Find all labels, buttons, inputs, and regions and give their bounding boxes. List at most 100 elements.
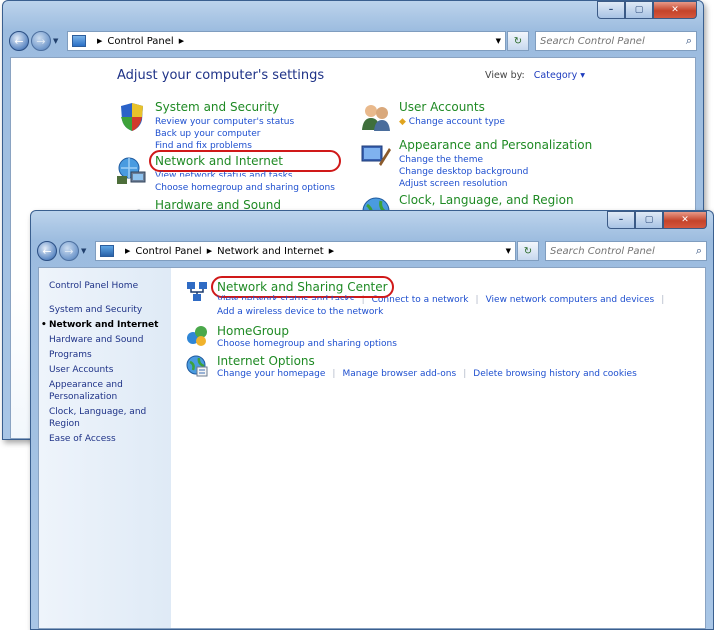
- search-icon[interactable]: ⌕: [686, 34, 692, 48]
- page-title: Adjust your computer's settings: [117, 68, 325, 83]
- sidebar-item-network-internet: Network and Internet: [41, 319, 171, 331]
- network-icon: [117, 157, 146, 184]
- breadcrumb-separator-icon[interactable]: ▶: [97, 37, 102, 45]
- link[interactable]: Add a wireless device to the network: [217, 306, 383, 318]
- sidebar-item-control-panel-home[interactable]: Control Panel Home: [49, 280, 171, 292]
- link[interactable]: Back up your computer: [155, 128, 294, 140]
- control-panel-icon: [72, 35, 86, 47]
- sidebar-item-hardware-sound[interactable]: Hardware and Sound: [49, 334, 171, 346]
- sidebar-item-system-security[interactable]: System and Security: [49, 304, 171, 316]
- recent-pages-dropdown[interactable]: ▼: [53, 37, 63, 45]
- sidebar-item-user-accounts[interactable]: User Accounts: [49, 364, 171, 376]
- search-box[interactable]: ⌕: [545, 241, 707, 261]
- homegroup-icon: [187, 326, 207, 346]
- category-title[interactable]: Network and Internet: [149, 150, 341, 172]
- task-homegroup: HomeGroup Choose homegroup and sharing o…: [185, 324, 397, 350]
- forward-button[interactable]: →: [59, 241, 79, 261]
- category-title[interactable]: System and Security: [155, 100, 294, 114]
- link[interactable]: Manage browser add-ons: [342, 368, 456, 380]
- breadcrumb-network-internet[interactable]: Network and Internet: [217, 246, 324, 257]
- link[interactable]: Choose homegroup and sharing options: [155, 182, 335, 194]
- view-by: View by: Category ▾: [485, 70, 585, 81]
- search-input[interactable]: [550, 245, 696, 257]
- navigation-bar: ← → ▼ ▶ Control Panel ▶ ▼ ↻ ⌕: [3, 28, 703, 54]
- minimize-button[interactable]: –: [607, 211, 635, 229]
- category-system-security: System and Security Review your computer…: [115, 100, 294, 152]
- link[interactable]: Adjust screen resolution: [399, 178, 592, 190]
- uac-shield-icon: ◆: [399, 117, 406, 127]
- users-icon: [362, 105, 390, 131]
- search-input[interactable]: [540, 35, 686, 47]
- forward-button[interactable]: →: [31, 31, 51, 51]
- category-title[interactable]: Appearance and Personalization: [399, 138, 592, 152]
- view-by-dropdown[interactable]: Category ▾: [534, 70, 585, 81]
- link[interactable]: Change your homepage: [217, 368, 325, 380]
- link[interactable]: Delete browsing history and cookies: [473, 368, 637, 380]
- recent-pages-dropdown[interactable]: ▼: [81, 247, 91, 255]
- category-title[interactable]: User Accounts: [399, 100, 505, 114]
- minimize-button[interactable]: –: [597, 1, 625, 19]
- separator: |: [332, 369, 336, 379]
- refresh-button[interactable]: ↻: [517, 241, 539, 261]
- sidebar-item-ease-of-access[interactable]: Ease of Access: [49, 433, 171, 445]
- search-icon[interactable]: ⌕: [696, 244, 702, 258]
- address-bar[interactable]: ▶ Control Panel ▶ Network and Internet ▶…: [95, 241, 516, 261]
- search-box[interactable]: ⌕: [535, 31, 697, 51]
- maximize-button[interactable]: ▢: [625, 1, 653, 19]
- breadcrumb-control-panel[interactable]: Control Panel: [107, 36, 173, 47]
- task-links: View network status and tasks | Connect …: [217, 294, 671, 306]
- sidebar: Control Panel Home System and Security N…: [39, 268, 171, 628]
- link[interactable]: View network status and tasks: [217, 294, 355, 300]
- link[interactable]: Change the theme: [399, 154, 592, 166]
- address-dropdown-icon[interactable]: ▼: [506, 247, 511, 255]
- network-internet-window: – ▢ ✕ ← → ▼ ▶ Control Panel ▶ Network an…: [30, 210, 714, 630]
- link[interactable]: Change desktop background: [399, 166, 592, 178]
- task-title[interactable]: Internet Options: [217, 354, 637, 368]
- back-button[interactable]: ←: [37, 241, 57, 261]
- task-title[interactable]: HomeGroup: [217, 324, 397, 338]
- caption-buttons: – ▢ ✕: [607, 211, 707, 229]
- sidebar-item-programs[interactable]: Programs: [49, 349, 171, 361]
- address-bar[interactable]: ▶ Control Panel ▶ ▼: [67, 31, 506, 51]
- separator: |: [661, 295, 665, 305]
- task-title[interactable]: Network and Sharing Center: [211, 276, 394, 298]
- back-button[interactable]: ←: [9, 31, 29, 51]
- link[interactable]: View network status and tasks: [155, 170, 335, 177]
- link[interactable]: Review your computer's status: [155, 116, 294, 128]
- content-pane: Control Panel Home System and Security N…: [38, 267, 706, 629]
- breadcrumb-separator-icon[interactable]: ▶: [125, 247, 130, 255]
- caption-buttons: – ▢ ✕: [597, 1, 697, 19]
- breadcrumb-separator-icon[interactable]: ▶: [179, 37, 184, 45]
- close-button[interactable]: ✕: [653, 1, 697, 19]
- refresh-button[interactable]: ↻: [507, 31, 529, 51]
- address-dropdown-icon[interactable]: ▼: [496, 37, 501, 45]
- category-user-accounts: User Accounts ◆ Change account type: [359, 100, 505, 134]
- maximize-button[interactable]: ▢: [635, 211, 663, 229]
- task-links: Choose homegroup and sharing options: [217, 338, 397, 350]
- link[interactable]: ◆ Change account type: [399, 116, 505, 128]
- category-title[interactable]: Clock, Language, and Region: [399, 193, 574, 207]
- breadcrumb-separator-icon[interactable]: ▶: [207, 247, 212, 255]
- sidebar-item-appearance[interactable]: Appearance and Personalization: [49, 379, 149, 403]
- breadcrumb-separator-icon[interactable]: ▶: [329, 247, 334, 255]
- task-network-sharing-center: Network and Sharing Center View network …: [185, 276, 671, 318]
- category-appearance: Appearance and Personalization Change th…: [359, 138, 592, 190]
- network-internet-icon: [100, 245, 114, 257]
- link[interactable]: Choose homegroup and sharing options: [217, 338, 397, 350]
- view-by-label: View by:: [485, 70, 525, 81]
- separator: |: [463, 369, 467, 379]
- navigation-bar: ← → ▼ ▶ Control Panel ▶ Network and Inte…: [31, 238, 713, 264]
- monitor-brush-icon: [361, 145, 391, 166]
- internet-options-icon: [186, 355, 208, 377]
- sidebar-item-clock-region[interactable]: Clock, Language, and Region: [49, 406, 171, 430]
- separator: |: [475, 295, 479, 305]
- network-sharing-icon: [187, 282, 207, 301]
- close-button[interactable]: ✕: [663, 211, 707, 229]
- link[interactable]: View network computers and devices: [486, 294, 655, 306]
- task-links: Add a wireless device to the network: [217, 306, 671, 318]
- task-links: Change your homepage | Manage browser ad…: [217, 368, 637, 380]
- shield-icon: [121, 103, 143, 131]
- category-network-internet: Network and Internet View network status…: [115, 150, 341, 194]
- breadcrumb-control-panel[interactable]: Control Panel: [135, 246, 201, 257]
- task-internet-options: Internet Options Change your homepage | …: [185, 354, 637, 380]
